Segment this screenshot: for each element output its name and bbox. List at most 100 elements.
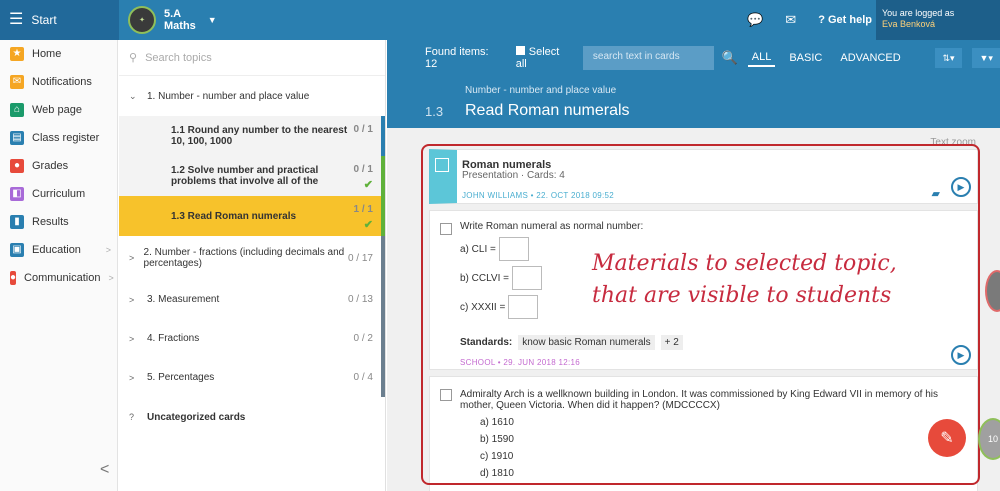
answer-input-a[interactable] — [498, 237, 529, 261]
card-search-input[interactable]: search text in cards — [582, 46, 714, 70]
progress-bar — [381, 116, 385, 156]
page-title: Read Roman numerals — [465, 102, 630, 119]
progress-bar — [381, 156, 385, 196]
chat-icon: ● — [10, 271, 17, 285]
sidebar-item-communication[interactable]: ● Communication > — [0, 264, 117, 292]
option-c[interactable]: c) 1910 — [480, 451, 959, 462]
user-name: Eva Benková — [882, 19, 936, 29]
topic-search[interactable]: ⚲ Search topics — [119, 40, 385, 76]
top-bar: ☰ Start ✦ 5.A Maths ▼ 💬 ✉ ? Get help You a… — [0, 0, 1000, 40]
topic-count: 0 / 1 — [353, 164, 373, 175]
home-icon: ⌂ — [10, 103, 24, 117]
topics-panel: ⚲ Search topics ⌄ 1. Number - number and p… — [119, 40, 386, 491]
chat-icon[interactable]: 💬 — [747, 12, 763, 28]
class-name: 5.A — [164, 8, 182, 20]
filter-basic[interactable]: BASIC — [785, 50, 826, 66]
curriculum-icon: ◧ — [10, 187, 24, 201]
breadcrumb: Number - number and place value — [465, 85, 617, 96]
check-icon: ✔ — [363, 219, 373, 231]
answer-input-c[interactable] — [508, 295, 539, 319]
sidebar-item-curriculum[interactable]: ◧ Curriculum — [0, 180, 117, 208]
play-icon[interactable]: ▶ — [951, 345, 971, 365]
sidebar: ★ Home ✉ Notifications ⌂ Web page ▤ Class regis… — [0, 40, 118, 491]
progress-bar — [381, 196, 385, 236]
play-icon[interactable]: ▶ — [951, 177, 971, 197]
card-checkbox[interactable] — [440, 389, 452, 401]
filter-advanced[interactable]: ADVANCED — [836, 50, 904, 66]
topic-item[interactable]: >4. Fractions 0 / 2 — [119, 319, 385, 358]
card-checkbox[interactable] — [440, 223, 452, 235]
topic-count: 0 / 13 — [347, 294, 373, 305]
class-avatar: ✦ — [128, 6, 156, 34]
chevron-icon: > — [129, 372, 135, 383]
topic-count: 1 / 1 — [353, 204, 373, 215]
folder-icon[interactable]: ▰ — [932, 187, 940, 200]
filter-all[interactable]: ALL — [747, 49, 776, 67]
envelope-icon: ✉ — [10, 75, 24, 89]
card-subtitle: Presentation · Cards: 4 — [462, 170, 565, 181]
chevron-icon: > — [129, 333, 135, 344]
chevron-right-icon: > — [108, 273, 114, 283]
chevron-icon: ⌄ — [129, 90, 137, 101]
menu-icon: ☰ — [9, 11, 24, 28]
question-icon: ? — [129, 412, 135, 422]
topic-item[interactable]: >5. Percentages 0 / 4 — [119, 358, 385, 397]
option-d[interactable]: d) 1810 — [480, 468, 959, 479]
card-presentation[interactable]: Roman numerals Presentation · Cards: 4 J… — [429, 149, 978, 204]
sidebar-item-education[interactable]: ▣ Education > — [0, 236, 117, 264]
envelope-icon[interactable]: ✉ — [785, 12, 796, 28]
search-icon[interactable]: 🔍 — [722, 50, 738, 66]
progress-bar — [381, 358, 385, 397]
topic-count: 0 / 4 — [353, 372, 373, 383]
magic-wand-button[interactable]: ✎ — [928, 419, 966, 457]
main-header: Found items: 12 Select all search text i… — [387, 40, 1000, 128]
chevron-down-icon: ▼ — [207, 15, 217, 25]
subtopic-item[interactable]: 1.1 Round any number to the nearest 10, … — [119, 116, 385, 156]
topic-count: 0 / 17 — [347, 252, 373, 264]
topic-count: 0 / 2 — [353, 333, 373, 344]
chevron-icon: > — [129, 253, 135, 263]
collapse-sidebar-icon[interactable]: < — [100, 461, 109, 479]
sidebar-item-class-register[interactable]: ▤ Class register — [0, 124, 117, 152]
subtopic-item[interactable]: 1.2 Solve number and practical problems … — [119, 156, 385, 196]
topic-item[interactable]: >2. Number - fractions (including decima… — [119, 236, 385, 280]
sort-icon[interactable]: ⇅▾ — [934, 48, 963, 68]
subject-name: Maths — [164, 20, 196, 32]
class-selector[interactable]: ✦ 5.A Maths ▼ — [128, 6, 217, 34]
filter-icon[interactable]: ▼▾ — [972, 48, 1000, 68]
option-a[interactable]: a) 1610 — [480, 417, 959, 428]
sidebar-item-web-page[interactable]: ⌂ Web page — [0, 96, 117, 124]
answer-input-b[interactable] — [512, 266, 542, 290]
option-b[interactable]: b) 1590 — [480, 434, 959, 445]
standard-tag[interactable]: know basic Roman numerals — [518, 335, 655, 350]
text-zoom[interactable]: Text zoom — [930, 137, 976, 148]
education-icon: ▣ — [10, 243, 24, 257]
topic-item[interactable]: ? Uncategorized cards — [119, 397, 385, 437]
progress-bar — [381, 236, 385, 280]
help-button[interactable]: ? Get help — [818, 14, 872, 26]
annotation: Materials to selected topic, that are vis… — [592, 251, 897, 308]
topic-number: 1.3 — [425, 104, 444, 119]
card-meta: JOHN WILLIAMS • 22. OCT 2018 09:52 — [462, 191, 615, 200]
user-menu[interactable]: You are logged as Eva Benková — [876, 0, 1000, 40]
topic-item[interactable]: ⌄ 1. Number - number and place value — [119, 76, 385, 116]
book-icon: ▤ — [10, 131, 24, 145]
progress-bar — [381, 319, 385, 358]
card-checkbox[interactable] — [435, 158, 449, 172]
select-all-checkbox[interactable]: Select all — [515, 46, 569, 70]
sidebar-item-notifications[interactable]: ✉ Notifications — [0, 68, 117, 96]
more-standards[interactable]: + 2 — [660, 335, 683, 350]
sidebar-item-grades[interactable]: ● Grades — [0, 152, 117, 180]
topic-count: 0 / 1 — [353, 124, 373, 135]
start-button[interactable]: ☰ Start — [0, 0, 119, 40]
star-icon: ★ — [10, 47, 24, 61]
chevron-right-icon: > — [105, 245, 111, 255]
sidebar-item-home[interactable]: ★ Home — [0, 40, 117, 68]
side-bubble[interactable]: 10 — [978, 418, 1000, 460]
topic-item[interactable]: >3. Measurement 0 / 13 — [119, 280, 385, 319]
sidebar-item-results[interactable]: ▮ Results — [0, 208, 117, 236]
card-admiralty-quiz[interactable]: Admiralty Arch is a wellknown building i… — [429, 376, 978, 491]
progress-bar — [381, 280, 385, 319]
check-icon: ✔ — [363, 179, 373, 191]
subtopic-item[interactable]: 1.3 Read Roman numerals 1 / 1 ✔ — [119, 196, 385, 236]
